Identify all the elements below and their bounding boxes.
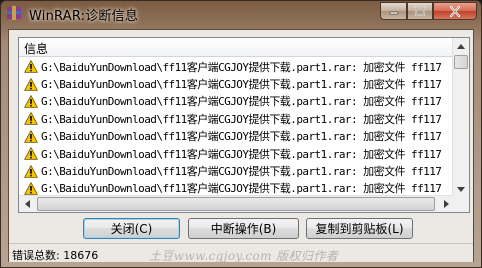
- chevron-down-icon: [457, 186, 465, 192]
- column-header-info[interactable]: 信息: [19, 38, 454, 57]
- list-item-text: G:\BaiduYunDownload\ff11客户端CGJOY提供下载.par…: [41, 130, 442, 144]
- close-window-button[interactable]: [433, 2, 477, 20]
- list-item-text: G:\BaiduYunDownload\ff11客户端CGJOY提供下载.par…: [41, 147, 442, 161]
- window-title: WinRAR:诊断信息: [29, 9, 139, 24]
- window-controls: [380, 2, 477, 21]
- message-list[interactable]: 信息 G:\BaiduYunDownload\ff11客户端CGJOY提供下载.…: [18, 37, 470, 213]
- copy-to-clipboard-button[interactable]: 复制到剪贴板(L): [306, 218, 413, 239]
- chevron-right-icon: [443, 200, 449, 208]
- list-item-text: G:\BaiduYunDownload\ff11客户端CGJOY提供下载.par…: [41, 95, 442, 109]
- watermark-text: 土豆www.cgjoy.com 版权归作者: [149, 249, 339, 263]
- winrar-diagnostic-window: WinRAR:诊断信息 信息 G:\BaiduYunDownload\ff11客…: [0, 0, 482, 268]
- message-rows: G:\BaiduYunDownload\ff11客户端CGJOY提供下载.par…: [19, 58, 454, 197]
- list-item-text: G:\BaiduYunDownload\ff11客户端CGJOY提供下载.par…: [41, 60, 442, 74]
- warning-icon: [24, 60, 38, 73]
- minimize-icon: [389, 11, 398, 15]
- maximize-icon: [415, 6, 425, 16]
- maximize-button[interactable]: [407, 2, 433, 20]
- warning-icon: [24, 164, 38, 178]
- scroll-left-button[interactable]: [19, 196, 35, 212]
- scroll-up-button[interactable]: [453, 38, 469, 54]
- close-icon: [449, 5, 461, 17]
- close-button[interactable]: 关闭(C): [83, 218, 180, 239]
- warning-icon: [24, 129, 38, 143]
- dialog-client-area: 信息 G:\BaiduYunDownload\ff11客户端CGJOY提供下载.…: [8, 29, 474, 263]
- horizontal-scrollbar[interactable]: [19, 195, 454, 212]
- list-item[interactable]: G:\BaiduYunDownload\ff11客户端CGJOY提供下载.par…: [19, 75, 454, 92]
- list-item[interactable]: G:\BaiduYunDownload\ff11客户端CGJOY提供下载.par…: [19, 93, 454, 110]
- chevron-up-icon: [457, 43, 465, 49]
- list-item[interactable]: G:\BaiduYunDownload\ff11客户端CGJOY提供下载.par…: [19, 128, 454, 145]
- horizontal-scroll-thumb[interactable]: [37, 197, 435, 211]
- vertical-scrollbar[interactable]: [452, 38, 469, 197]
- list-item[interactable]: G:\BaiduYunDownload\ff11客户端CGJOY提供下载.par…: [19, 162, 454, 179]
- list-item-text: G:\BaiduYunDownload\ff11客户端CGJOY提供下载.par…: [41, 78, 442, 92]
- status-bar: 错误总数: 18676 土豆www.cgjoy.com 版权归作者: [9, 243, 473, 263]
- list-item[interactable]: G:\BaiduYunDownload\ff11客户端CGJOY提供下载.par…: [19, 145, 454, 162]
- warning-icon: [24, 112, 38, 126]
- error-total-count: 错误总数: 18676: [12, 249, 99, 262]
- warning-icon: [24, 77, 38, 91]
- title-bar[interactable]: WinRAR:诊断信息: [1, 1, 481, 27]
- list-item[interactable]: G:\BaiduYunDownload\ff11客户端CGJOY提供下载.par…: [19, 110, 454, 127]
- winrar-icon: [7, 6, 21, 20]
- abort-button[interactable]: 中断操作(B): [188, 218, 299, 239]
- warning-icon: [24, 95, 38, 108]
- chevron-left-icon: [24, 200, 30, 208]
- warning-icon: [24, 182, 38, 195]
- scrollbar-corner: [452, 195, 469, 212]
- minimize-button[interactable]: [380, 2, 407, 20]
- vertical-scroll-thumb[interactable]: [454, 55, 468, 69]
- warning-icon: [24, 147, 38, 160]
- list-item-text: G:\BaiduYunDownload\ff11客户端CGJOY提供下载.par…: [41, 112, 442, 126]
- list-item-text: G:\BaiduYunDownload\ff11客户端CGJOY提供下载.par…: [41, 165, 442, 179]
- list-item[interactable]: G:\BaiduYunDownload\ff11客户端CGJOY提供下载.par…: [19, 58, 454, 75]
